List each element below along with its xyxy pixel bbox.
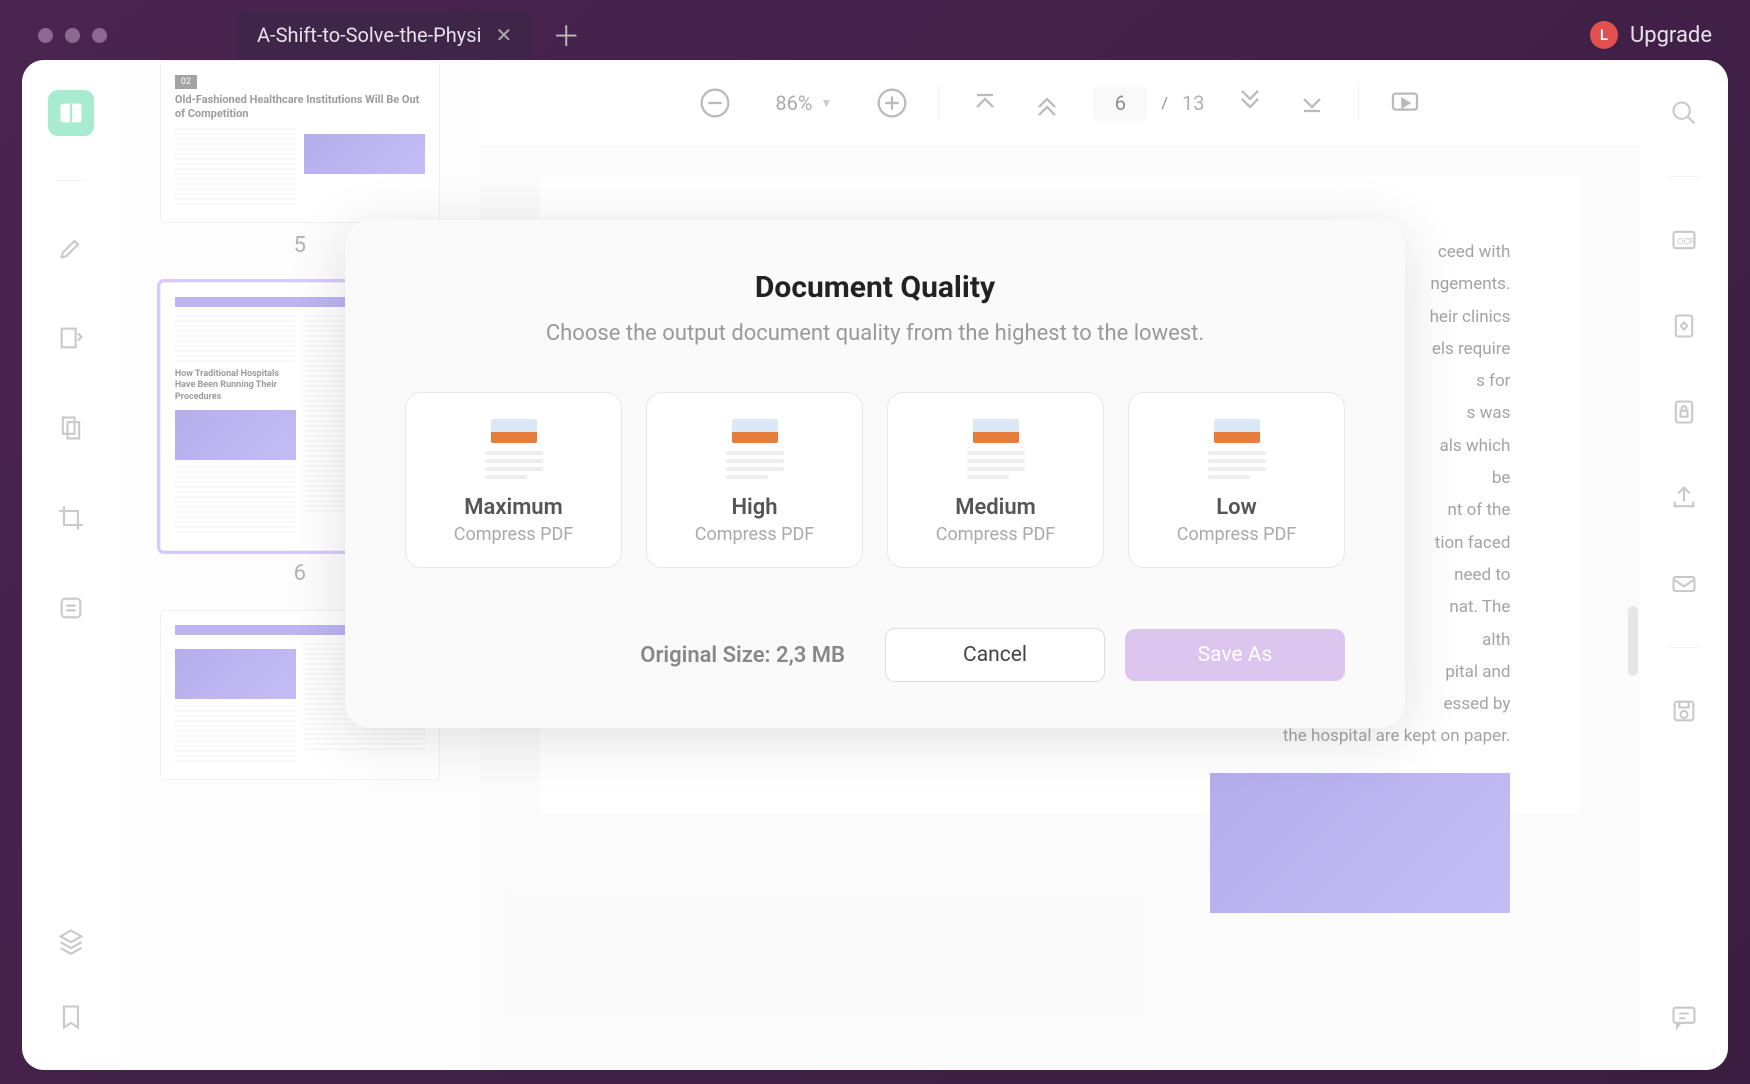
minimize-window-dot[interactable] — [65, 28, 80, 43]
maximize-window-dot[interactable] — [92, 28, 107, 43]
option-desc: Compress PDF — [1141, 524, 1332, 545]
quality-options: Maximum Compress PDF High Compress PDF M… — [405, 392, 1345, 568]
close-window-dot[interactable] — [38, 28, 53, 43]
option-name: Maximum — [418, 495, 609, 520]
upgrade-button[interactable]: Upgrade — [1630, 23, 1712, 48]
quality-option-high[interactable]: High Compress PDF — [646, 392, 863, 568]
tab-title: A-Shift-to-Solve-the-Physi — [257, 23, 481, 47]
option-name: Medium — [900, 495, 1091, 520]
modal-subtitle: Choose the output document quality from … — [405, 321, 1345, 346]
modal-title: Document Quality — [405, 270, 1345, 305]
option-desc: Compress PDF — [418, 524, 609, 545]
traffic-lights — [38, 28, 107, 43]
avatar[interactable]: L — [1590, 21, 1618, 49]
option-desc: Compress PDF — [900, 524, 1091, 545]
option-name: Low — [1141, 495, 1332, 520]
titlebar: A-Shift-to-Solve-the-Physi ✕ ＋ L Upgrade — [22, 10, 1728, 60]
document-icon — [1202, 419, 1272, 481]
document-icon — [720, 419, 790, 481]
app-window: 02 Old-Fashioned Healthcare Institutions… — [22, 60, 1728, 1070]
quality-option-low[interactable]: Low Compress PDF — [1128, 392, 1345, 568]
document-quality-dialog: Document Quality Choose the output docum… — [345, 220, 1405, 728]
quality-option-medium[interactable]: Medium Compress PDF — [887, 392, 1104, 568]
document-icon — [961, 419, 1031, 481]
cancel-button[interactable]: Cancel — [885, 628, 1105, 682]
modal-footer: Original Size: 2,3 MB Cancel Save As — [405, 628, 1345, 682]
save-as-button[interactable]: Save As — [1125, 629, 1345, 681]
option-name: High — [659, 495, 850, 520]
modal-overlay: Document Quality Choose the output docum… — [22, 60, 1728, 1070]
quality-option-maximum[interactable]: Maximum Compress PDF — [405, 392, 622, 568]
new-tab-button[interactable]: ＋ — [552, 15, 580, 55]
document-tab[interactable]: A-Shift-to-Solve-the-Physi ✕ — [237, 11, 532, 59]
document-icon — [479, 419, 549, 481]
option-desc: Compress PDF — [659, 524, 850, 545]
original-size-label: Original Size: 2,3 MB — [405, 643, 865, 668]
close-tab-icon[interactable]: ✕ — [495, 23, 512, 47]
